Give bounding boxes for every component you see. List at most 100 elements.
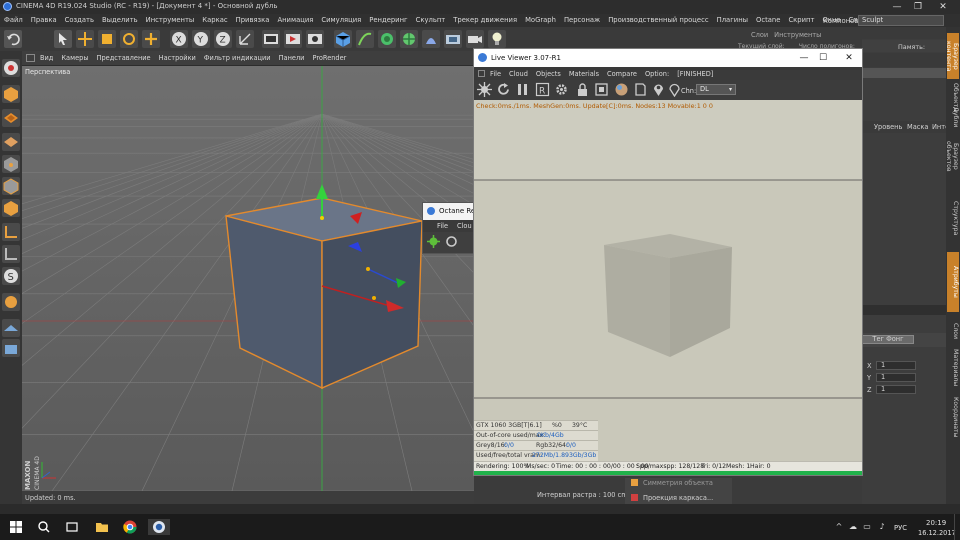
pen-spline-icon[interactable] xyxy=(356,30,374,48)
light-object-icon[interactable] xyxy=(488,30,506,48)
menu-item-11[interactable]: Трекер движения xyxy=(453,16,517,24)
tweak-mode-icon[interactable] xyxy=(2,245,20,263)
vertical-tab-8[interactable]: Координаты xyxy=(947,389,959,445)
x-axis-lock-icon[interactable]: X xyxy=(170,30,188,48)
lv-menu-item-4[interactable]: Compare xyxy=(607,70,637,78)
pick-material-icon[interactable] xyxy=(667,82,682,98)
vertical-tab-0[interactable]: Браузер контента xyxy=(945,33,959,79)
layer-lock-icon[interactable] xyxy=(2,339,20,357)
live-selection-icon[interactable] xyxy=(142,30,160,48)
show-desktop-button[interactable] xyxy=(954,514,960,540)
col-mask[interactable]: Маска xyxy=(907,123,928,131)
render-settings-icon[interactable] xyxy=(306,30,324,48)
vertical-tab-4[interactable]: Структура xyxy=(947,187,959,249)
octane-menu-file[interactable]: File xyxy=(437,222,448,230)
lv-menu-item-3[interactable]: Materials xyxy=(569,70,599,78)
minimize-button[interactable]: — xyxy=(890,1,904,13)
viewport-menu-item-2[interactable]: Представление xyxy=(97,54,151,62)
menu-item-14[interactable]: Производственный процесс xyxy=(608,16,708,24)
channel-select[interactable]: DL ▾ xyxy=(696,84,736,95)
select-tool-icon[interactable] xyxy=(54,30,72,48)
rotate-tool-icon[interactable] xyxy=(120,30,138,48)
cube-object[interactable] xyxy=(225,197,423,390)
viewport-menu-item-4[interactable]: Фильтр индикации xyxy=(204,54,271,62)
camera-object-icon[interactable] xyxy=(466,30,484,48)
tray-arrow-icon[interactable]: ^ xyxy=(834,523,844,531)
menu-item-0[interactable]: Файл xyxy=(4,16,23,24)
edges-mode-icon[interactable] xyxy=(2,177,20,195)
snapping-icon[interactable]: S xyxy=(2,267,20,285)
menu-item-17[interactable]: Скрипт xyxy=(788,16,814,24)
menu-item-10[interactable]: Скульпт xyxy=(416,16,446,24)
z-axis-lock-icon[interactable]: Z xyxy=(214,30,232,48)
viewport-menu-item-6[interactable]: ProRender xyxy=(312,54,346,62)
chrome-icon[interactable] xyxy=(122,519,138,535)
render-output[interactable]: Check:0ms./1ms. MeshGen:0ms. Update[C]:0… xyxy=(474,100,862,461)
scale-x-field[interactable]: 1 xyxy=(876,361,916,370)
perspective-viewport[interactable]: Перспектива MAXON CINEMA 4D xyxy=(22,66,474,491)
maximize-button[interactable]: ❐ xyxy=(911,1,925,13)
menu-item-1[interactable]: Правка xyxy=(31,16,57,24)
y-axis-lock-icon[interactable]: Y xyxy=(192,30,210,48)
volume-icon[interactable]: ♪ xyxy=(877,523,887,531)
lv-menu-item-5[interactable]: Option: xyxy=(645,70,669,78)
octane-start-icon[interactable] xyxy=(427,235,440,248)
menu-item-7[interactable]: Анимация xyxy=(277,16,313,24)
viewport-menu-item-5[interactable]: Панели xyxy=(279,54,305,62)
send-scene-icon[interactable] xyxy=(477,82,492,97)
menu-item-8[interactable]: Симуляция xyxy=(321,16,361,24)
scale-z-field[interactable]: 1 xyxy=(876,385,916,394)
lv-menu-item-0[interactable]: File xyxy=(490,70,501,78)
restart-render-icon[interactable] xyxy=(496,82,511,97)
coordinate-system-icon[interactable] xyxy=(236,30,254,48)
close-button[interactable]: ✕ xyxy=(936,1,950,13)
viewport-menu-item-3[interactable]: Настройки xyxy=(159,54,196,62)
render-view-icon[interactable] xyxy=(262,30,280,48)
menu-item-6[interactable]: Привязка xyxy=(236,16,270,24)
col-level[interactable]: Уровень xyxy=(874,123,902,131)
render-region-icon[interactable]: R xyxy=(535,82,550,97)
octane-render-window[interactable]: Octane Re File Clou xyxy=(422,202,476,254)
texture-mode-icon[interactable] xyxy=(2,109,20,127)
viewport-menu-item-0[interactable]: Вид xyxy=(40,54,53,62)
menu-item-15[interactable]: Плагины xyxy=(717,16,748,24)
vertical-tab-2[interactable]: Дубли xyxy=(947,107,959,127)
input-language[interactable]: РУС xyxy=(894,524,907,532)
deformer-icon[interactable] xyxy=(422,30,440,48)
clock-date[interactable]: 16.12.2017 xyxy=(918,529,956,537)
cinema4d-taskbar-icon[interactable] xyxy=(148,519,170,535)
layers-tab[interactable]: Слои xyxy=(751,31,768,39)
vertical-tab-5[interactable]: Атрибуты xyxy=(947,252,959,312)
scale-y-field[interactable]: 1 xyxy=(876,373,916,382)
lock-resolution-icon[interactable] xyxy=(575,82,590,97)
model-mode-icon[interactable] xyxy=(2,85,20,103)
lv-panel-icon[interactable] xyxy=(478,70,485,77)
vertical-tab-1[interactable]: Объекты xyxy=(947,83,959,112)
clock-time[interactable]: 20:19 xyxy=(926,519,946,527)
points-mode-icon[interactable] xyxy=(2,155,20,173)
lv-menu-item-6[interactable]: [FINISHED] xyxy=(677,70,713,78)
menu-item-5[interactable]: Каркас xyxy=(202,16,227,24)
live-viewer-window[interactable]: Live Viewer 3.07-R1 — ☐ ✕ File Cloud Objec… xyxy=(473,48,863,476)
menu-item-16[interactable]: Octane xyxy=(756,16,780,24)
cloner-icon[interactable] xyxy=(400,30,418,48)
pick-focus-icon[interactable] xyxy=(651,82,666,97)
menu-item-13[interactable]: Персонаж xyxy=(564,16,600,24)
scale-tool-icon[interactable] xyxy=(98,30,116,48)
viewport-layout-icon[interactable] xyxy=(26,54,35,62)
menu-item-12[interactable]: MoGraph xyxy=(525,16,556,24)
axis-mode-icon[interactable] xyxy=(2,223,20,241)
move-tool-icon[interactable] xyxy=(76,30,94,48)
material-ball-icon[interactable] xyxy=(614,82,629,97)
wireframe-projection-label[interactable]: Проекция каркаса... xyxy=(643,494,713,502)
render-picture-viewer-icon[interactable] xyxy=(284,30,302,48)
octane-restart-icon[interactable] xyxy=(445,235,458,248)
layout-select[interactable]: Sculpt xyxy=(858,15,944,26)
sculpt-brush-icon[interactable] xyxy=(2,293,20,311)
file-explorer-icon[interactable] xyxy=(94,519,110,535)
lv-menu-item-2[interactable]: Objects xyxy=(536,70,561,78)
symmetry-label[interactable]: Симметрия объекта xyxy=(643,479,713,487)
tools-tab[interactable]: Инструменты xyxy=(774,31,821,39)
windows-start-icon[interactable] xyxy=(8,519,24,535)
undo-icon[interactable] xyxy=(4,30,22,48)
